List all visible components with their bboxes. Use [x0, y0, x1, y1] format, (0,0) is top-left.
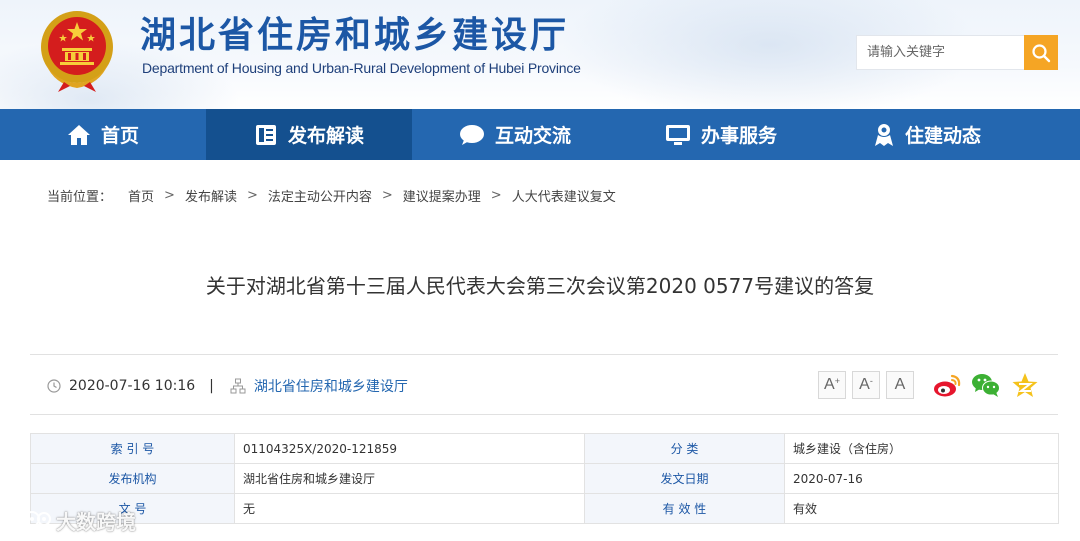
home-icon: [67, 124, 91, 146]
meta-separator: |: [209, 378, 214, 394]
table-value: 2020-07-16: [784, 463, 1059, 494]
font-button-letter: A: [894, 376, 906, 393]
font-button-letter: A: [859, 376, 870, 393]
search-box: [856, 35, 1024, 70]
breadcrumb-prefix: 当前位置：: [47, 190, 113, 205]
search-button[interactable]: [1024, 35, 1058, 70]
breadcrumb-link-replies[interactable]: 人大代表建议复文: [512, 186, 616, 205]
article-meta: 2020-07-16 10:16 | 湖北省住房和城乡建设厅: [47, 376, 408, 396]
nav-item-services[interactable]: 办事服务: [618, 109, 824, 160]
breadcrumb-link-proposals[interactable]: 建议提案办理: [403, 186, 481, 205]
table-row: 文 号 无 有 效 性 有效: [30, 493, 1059, 524]
font-button-letter: A: [824, 376, 835, 393]
font-size-default-button[interactable]: A: [886, 371, 914, 399]
clock-icon: [47, 379, 61, 393]
font-button-mark: -: [869, 376, 873, 386]
font-size-decrease-button[interactable]: A-: [852, 371, 880, 399]
breadcrumb-separator: >: [490, 188, 502, 203]
table-label: 有 效 性: [584, 493, 785, 524]
weibo-share-icon[interactable]: [932, 371, 962, 399]
breadcrumb-link-statutory[interactable]: 法定主动公开内容: [268, 186, 372, 205]
nav-item-label: 住建动态: [904, 125, 981, 147]
qzone-share-icon[interactable]: [1010, 371, 1040, 399]
publishing-org: 湖北省住房和城乡建设厅: [253, 379, 408, 395]
table-label: 发布机构: [30, 463, 235, 494]
nav-item-label: 互动交流: [494, 125, 571, 147]
site-subtitle: Department of Housing and Urban-Rural De…: [142, 60, 581, 76]
table-value: 01104325X/2020-121859: [234, 433, 585, 464]
org-structure-icon: [230, 378, 246, 394]
article-title: 关于对湖北省第十三届人民代表大会第三次会议第2020 0577号建议的答复: [205, 274, 875, 298]
table-value: 城乡建设（含住房）: [784, 433, 1059, 464]
nav-item-label: 首页: [100, 125, 139, 147]
publish-datetime: 2020-07-16 10:16: [69, 378, 196, 394]
nav-item-news[interactable]: 住建动态: [824, 109, 1030, 160]
nav-item-home[interactable]: 首页: [0, 109, 206, 160]
main-nav: 首页 发布解读 互动交流 办事服务 住建动态: [0, 109, 1080, 160]
table-value: 有效: [784, 493, 1059, 524]
national-emblem-icon: [41, 11, 113, 92]
watermark: 大数跨境: [8, 506, 136, 535]
divider: [30, 354, 1058, 355]
chat-bubble-icon: [459, 124, 485, 146]
table-label: 发文日期: [584, 463, 785, 494]
document-icon: [254, 123, 278, 147]
breadcrumb-link-publish[interactable]: 发布解读: [185, 186, 237, 205]
watermark-text: 大数跨境: [56, 510, 136, 534]
table-label: 索 引 号: [30, 433, 235, 464]
table-row: 发布机构 湖北省住房和城乡建设厅 发文日期 2020-07-16: [30, 463, 1059, 494]
breadcrumb-separator: >: [381, 188, 393, 203]
table-value: 无: [234, 493, 585, 524]
search-icon: [1032, 43, 1051, 62]
nav-item-label: 办事服务: [700, 125, 777, 147]
nav-item-label: 发布解读: [287, 125, 364, 147]
divider: [30, 414, 1058, 415]
table-label: 分 类: [584, 433, 785, 464]
font-button-mark: +: [834, 376, 840, 386]
font-size-increase-button[interactable]: A +: [818, 371, 846, 399]
nav-item-publish[interactable]: 发布解读: [206, 109, 412, 160]
breadcrumb-link-home[interactable]: 首页: [128, 186, 154, 205]
table-value: 湖北省住房和城乡建设厅: [234, 463, 585, 494]
site-title: 湖北省住房和城乡建设厅: [140, 15, 570, 56]
table-row: 索 引 号 01104325X/2020-121859 分 类 城乡建设（含住房…: [30, 433, 1059, 464]
nav-item-interaction[interactable]: 互动交流: [412, 109, 618, 160]
search-input[interactable]: [857, 36, 1017, 69]
breadcrumb: 当前位置： 首页 > 发布解读 > 法定主动公开内容 > 建议提案办理 > 人大…: [47, 186, 616, 205]
breadcrumb-separator: >: [246, 188, 258, 203]
person-badge-icon: [873, 123, 895, 147]
monitor-icon: [665, 124, 691, 146]
breadcrumb-separator: >: [164, 188, 175, 203]
site-header: 湖北省住房和城乡建设厅 Department of Housing and Ur…: [0, 0, 1080, 109]
info-table: 索 引 号 01104325X/2020-121859 分 类 城乡建设（含住房…: [30, 433, 1059, 524]
wechat-share-icon[interactable]: [971, 371, 1001, 399]
watermark-logo-icon: [10, 510, 51, 532]
